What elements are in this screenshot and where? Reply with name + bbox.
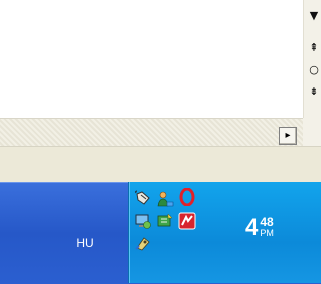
clock-ampm: PM (260, 228, 274, 238)
antivirus-icon[interactable] (178, 212, 196, 230)
mouse-icon[interactable] (134, 190, 152, 208)
usb-safely-remove-icon[interactable] (134, 234, 152, 252)
opera-icon[interactable] (178, 187, 196, 207)
sync-icon[interactable] (156, 212, 174, 230)
scroll-right-button[interactable]: ▸ (279, 127, 297, 145)
clock-hour: 4 (245, 214, 259, 241)
vertical-scrollbar[interactable]: ▼ ⇞ ○ ⇟ (303, 0, 321, 118)
next-page-button[interactable]: ⇟ (307, 84, 321, 100)
status-bar (0, 146, 321, 183)
horizontal-scrollbar[interactable]: ▸ (0, 118, 303, 147)
language-indicator[interactable]: HU (60, 233, 110, 253)
network-user-icon[interactable] (156, 190, 174, 208)
select-browse-object-button[interactable]: ○ (307, 62, 321, 78)
clock-minutes: 48 (260, 215, 274, 229)
previous-page-button[interactable]: ⇞ (307, 40, 321, 56)
clock[interactable]: 4 48 PM (245, 216, 274, 240)
notification-area: 4 48 PM (128, 182, 321, 283)
scroll-down-button[interactable]: ▼ (307, 8, 321, 24)
document-area[interactable] (0, 0, 303, 118)
size-grip (303, 118, 321, 146)
display-settings-icon[interactable] (134, 212, 152, 230)
